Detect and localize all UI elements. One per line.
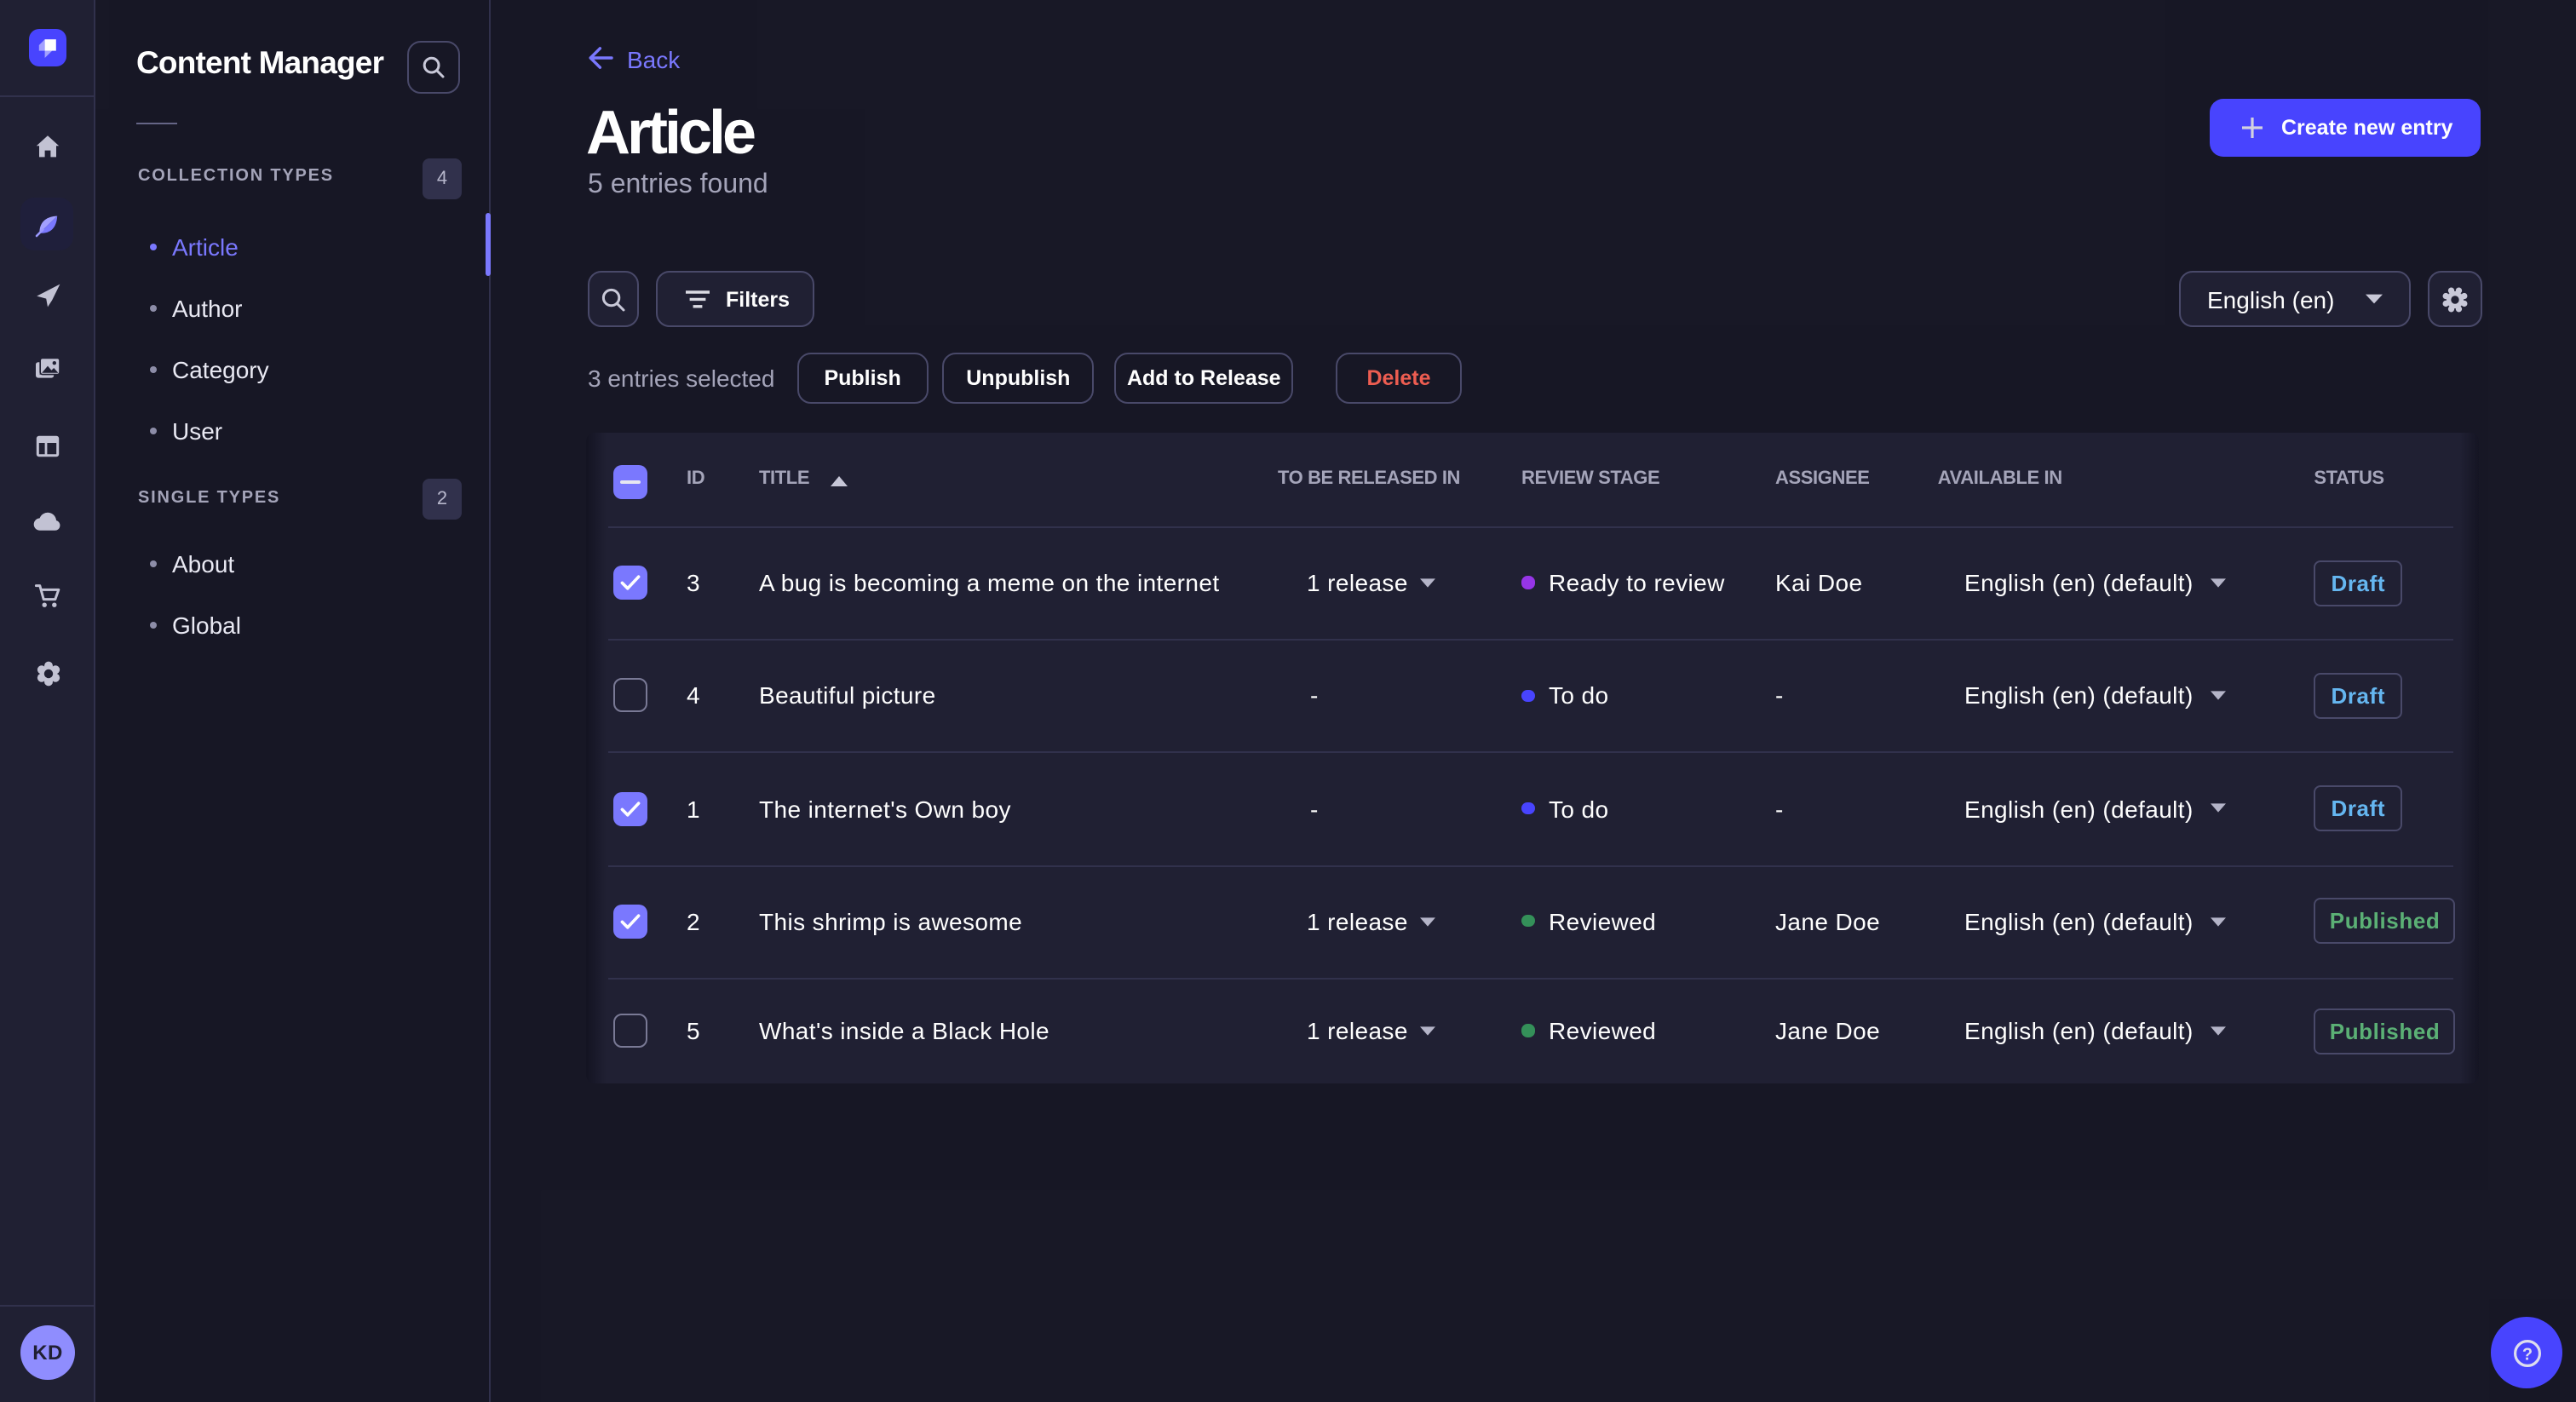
svg-text:?: ? xyxy=(2521,1344,2532,1363)
